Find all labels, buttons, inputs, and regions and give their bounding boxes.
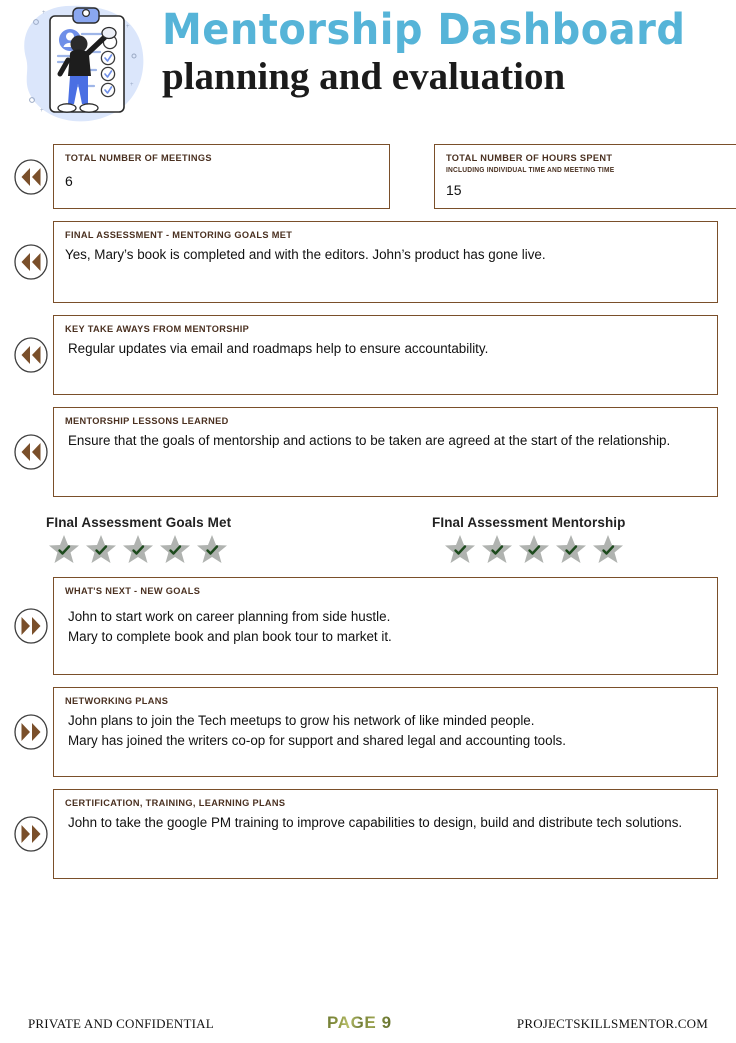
stats-spacer bbox=[390, 144, 434, 209]
star-checked-icon[interactable] bbox=[122, 533, 154, 565]
section-networking-plans: NETWORKING PLANS John plans to join the … bbox=[0, 687, 736, 777]
review-card: MENTORSHIP LESSONS LEARNED Ensure that t… bbox=[53, 407, 718, 497]
svg-text:+: + bbox=[42, 10, 46, 16]
forward-card: NETWORKING PLANS John plans to join the … bbox=[53, 687, 718, 777]
rewind-double-left-icon[interactable] bbox=[9, 407, 53, 497]
rewind-double-left-icon[interactable] bbox=[9, 144, 53, 209]
stat-card-total-meetings: TOTAL NUMBER OF MEETINGS 6 bbox=[53, 144, 390, 209]
section-body: John plans to join the Tech meetups to g… bbox=[68, 713, 566, 748]
header-titles: Mentorship Dashboard planning and evalua… bbox=[158, 0, 736, 99]
review-card: FINAL ASSESSMENT - MENTORING GOALS MET Y… bbox=[53, 221, 718, 303]
star-checked-icon[interactable] bbox=[518, 533, 550, 565]
star-checked-icon[interactable] bbox=[444, 533, 476, 565]
clipboard-checklist-person-illustration: + + + + bbox=[8, 0, 158, 128]
page-title: Mentorship Dashboard bbox=[162, 5, 686, 55]
section-label: CERTIFICATION, TRAINING, LEARNING PLANS bbox=[65, 798, 286, 809]
section-body: Regular updates via email and roadmaps h… bbox=[68, 341, 489, 356]
star-checked-icon[interactable] bbox=[159, 533, 191, 565]
stat-value: 15 bbox=[446, 182, 462, 198]
section-label: KEY TAKE AWAYS FROM MENTORSHIP bbox=[65, 324, 250, 335]
section-lessons-learned: MENTORSHIP LESSONS LEARNED Ensure that t… bbox=[0, 407, 736, 497]
stat-value: 6 bbox=[65, 173, 73, 189]
section-final-assessment: FINAL ASSESSMENT - MENTORING GOALS MET Y… bbox=[0, 221, 736, 303]
page-footer: PRIVATE AND CONFIDENTIAL PAGE 9 PROJECTS… bbox=[0, 1013, 736, 1033]
stat-label: TOTAL NUMBER OF MEETINGS bbox=[65, 153, 212, 164]
section-body: John to start work on career planning fr… bbox=[68, 609, 392, 644]
stat-label: TOTAL NUMBER OF HOURS SPENT bbox=[446, 153, 613, 164]
star-checked-icon[interactable] bbox=[85, 533, 117, 565]
forward-card: WHAT'S NEXT - NEW GOALS John to start wo… bbox=[53, 577, 718, 675]
section-whats-next: WHAT'S NEXT - NEW GOALS John to start wo… bbox=[0, 577, 736, 675]
rating-goals-met: FInal Assessment Goals Met bbox=[46, 515, 350, 565]
fast-forward-double-right-icon[interactable] bbox=[9, 577, 53, 675]
svg-text:+: + bbox=[40, 108, 44, 114]
ratings-section: FInal Assessment Goals Met FInal Assessm… bbox=[0, 515, 736, 565]
section-body: Ensure that the goals of mentorship and … bbox=[68, 433, 671, 448]
section-label: FINAL ASSESSMENT - MENTORING GOALS MET bbox=[65, 230, 293, 241]
fast-forward-double-right-icon[interactable] bbox=[9, 789, 53, 879]
section-body: John to take the google PM training to i… bbox=[68, 815, 683, 830]
stat-sublabel: INCLUDING INDIVIDUAL TIME AND MEETING TI… bbox=[446, 167, 615, 174]
star-checked-icon[interactable] bbox=[555, 533, 587, 565]
footer-confidentiality-notice: PRIVATE AND CONFIDENTIAL bbox=[28, 1016, 214, 1031]
fast-forward-double-right-icon[interactable] bbox=[9, 687, 53, 777]
section-certification-training: CERTIFICATION, TRAINING, LEARNING PLANS … bbox=[0, 789, 736, 879]
star-checked-icon[interactable] bbox=[592, 533, 624, 565]
footer-page-number: PAGE 9 bbox=[327, 1013, 392, 1032]
rating-mentorship: FInal Assessment Mentorship bbox=[372, 515, 736, 565]
stats-row: TOTAL NUMBER OF MEETINGS 6 TOTAL NUMBER … bbox=[0, 144, 736, 209]
svg-text:+: + bbox=[130, 82, 134, 88]
rating-title: FInal Assessment Goals Met bbox=[46, 515, 232, 530]
section-body: Yes, Mary’s book is completed and with t… bbox=[65, 247, 546, 262]
page-header: + + + + Mentorship Dashboard planning an… bbox=[0, 0, 736, 132]
star-row[interactable] bbox=[46, 533, 350, 565]
section-key-takeaways: KEY TAKE AWAYS FROM MENTORSHIP Regular u… bbox=[0, 315, 736, 395]
forward-card: CERTIFICATION, TRAINING, LEARNING PLANS … bbox=[53, 789, 718, 879]
section-label: WHAT'S NEXT - NEW GOALS bbox=[65, 586, 201, 597]
section-label: NETWORKING PLANS bbox=[65, 696, 169, 707]
stat-card-total-hours: TOTAL NUMBER OF HOURS SPENT INCLUDING IN… bbox=[434, 144, 736, 209]
rewind-double-left-icon[interactable] bbox=[9, 221, 53, 303]
section-label: MENTORSHIP LESSONS LEARNED bbox=[65, 416, 229, 427]
svg-text:+: + bbox=[126, 24, 130, 30]
review-card: KEY TAKE AWAYS FROM MENTORSHIP Regular u… bbox=[53, 315, 718, 395]
star-row[interactable] bbox=[432, 533, 736, 565]
star-checked-icon[interactable] bbox=[196, 533, 228, 565]
page-subtitle: planning and evaluation bbox=[162, 55, 566, 98]
star-checked-icon[interactable] bbox=[481, 533, 513, 565]
rewind-double-left-icon[interactable] bbox=[9, 315, 53, 395]
star-checked-icon[interactable] bbox=[48, 533, 80, 565]
footer-website: PROJECTSKILLSMENTOR.COM bbox=[516, 1016, 708, 1031]
rating-title: FInal Assessment Mentorship bbox=[432, 515, 626, 530]
